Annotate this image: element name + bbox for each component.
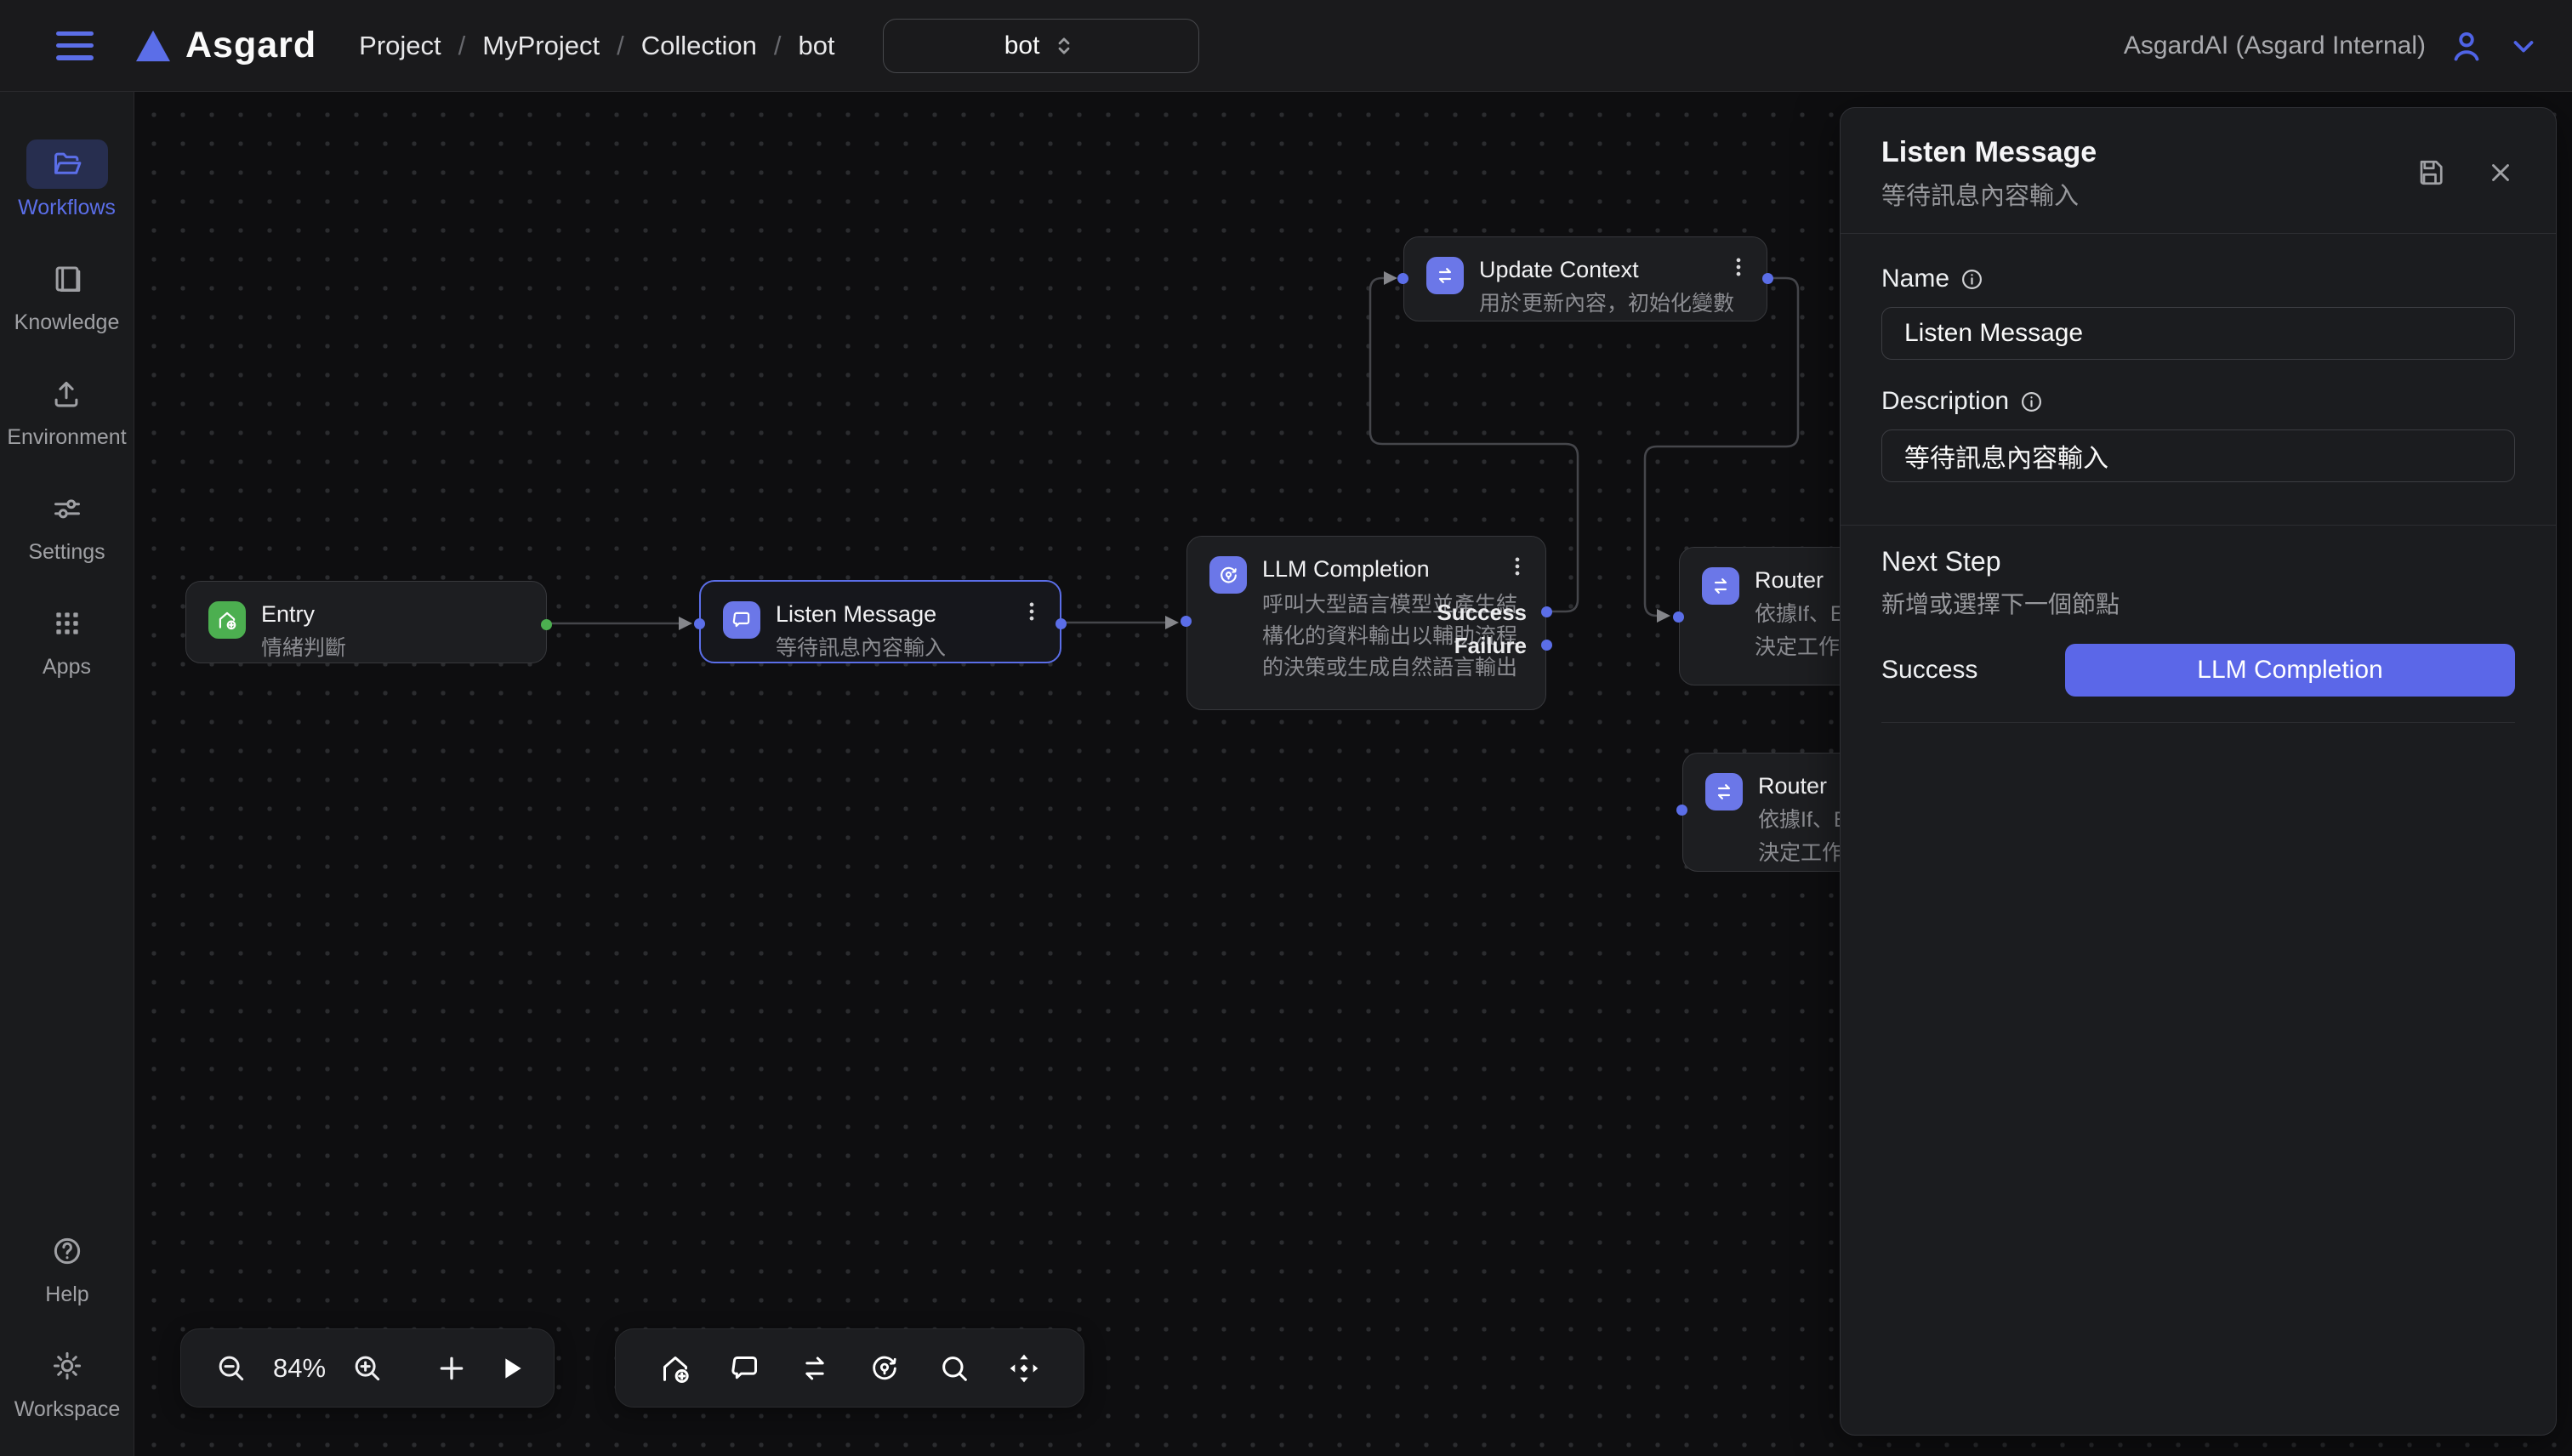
menu-icon[interactable]	[56, 31, 94, 60]
close-icon[interactable]	[2486, 158, 2515, 187]
folder-icon	[51, 148, 83, 180]
house-plus-icon	[216, 609, 238, 631]
success-target-button[interactable]: LLM Completion	[2065, 644, 2515, 697]
zoom-in-button[interactable]	[351, 1352, 384, 1385]
port-router1-in[interactable]	[1673, 611, 1684, 623]
gear-icon	[51, 1350, 83, 1382]
info-icon[interactable]	[2019, 390, 2044, 414]
info-icon[interactable]	[1960, 267, 1984, 292]
account-chevron-down-icon[interactable]	[2507, 30, 2540, 62]
node-listen-message[interactable]: Listen Message 等待訊息內容輸入	[699, 580, 1061, 663]
port-router2-in[interactable]	[1676, 805, 1687, 816]
next-step-title: Next Step	[1881, 546, 2515, 577]
add-llm-node-icon[interactable]	[868, 1351, 902, 1385]
next-step-subtitle: 新增或選擇下一個節點	[1881, 586, 2515, 620]
apps-grid-icon	[51, 607, 83, 640]
panel-divider	[1881, 722, 2515, 723]
port-llm-failure[interactable]	[1541, 640, 1552, 651]
node-subtitle: 情緒判斷	[261, 634, 346, 662]
breadcrumb-collection[interactable]: Collection	[641, 31, 757, 61]
breadcrumb: Project / MyProject / Collection / bot	[359, 31, 834, 61]
node-llm-completion[interactable]: LLM Completion 呼叫大型語言模型並產生結構化的資料輸出以輔助流程的…	[1186, 536, 1546, 710]
port-update-context-out[interactable]	[1762, 273, 1773, 284]
workflow-select-value: bot	[1004, 31, 1040, 60]
description-label: Description	[1881, 387, 2009, 416]
sidebar-item-apps[interactable]: Apps	[26, 599, 108, 680]
node-title: Listen Message	[776, 600, 946, 628]
node-update-context[interactable]: Update Context 用於更新內容，初始化變數	[1403, 236, 1767, 321]
sidebar-item-workspace[interactable]: Workspace	[14, 1341, 121, 1422]
swap-arrows-icon	[1713, 781, 1735, 803]
workflow-select[interactable]: bot	[883, 19, 1199, 73]
save-icon[interactable]	[2416, 157, 2447, 188]
node-subtitle: 等待訊息內容輸入	[776, 634, 946, 662]
swap-arrows-icon	[1434, 264, 1456, 287]
sidebar-item-label: Settings	[28, 540, 105, 565]
sidebar-item-help[interactable]: Help	[26, 1226, 108, 1307]
node-menu-icon[interactable]	[1019, 597, 1044, 626]
port-update-context-in[interactable]	[1397, 273, 1408, 284]
sidebar-item-label: Knowledge	[14, 310, 120, 335]
description-input[interactable]	[1881, 429, 2515, 482]
chat-bubble-icon	[731, 609, 753, 631]
add-button[interactable]	[435, 1351, 469, 1385]
node-title: Update Context	[1479, 255, 1734, 284]
zoom-out-button[interactable]	[215, 1352, 248, 1385]
sidebar-item-label: Workspace	[14, 1397, 121, 1422]
user-icon[interactable]	[2448, 27, 2485, 65]
breadcrumb-myproject[interactable]: MyProject	[482, 31, 600, 61]
sidebar: Workflows Knowledge Environment Settings…	[0, 92, 134, 1456]
top-bar: Asgard Project / MyProject / Collection …	[0, 0, 2572, 92]
node-subtitle: 用於更新內容，初始化變數	[1479, 290, 1734, 317]
node-entry[interactable]: Entry 情緒判斷	[185, 581, 547, 663]
llm-cycle-icon	[1217, 564, 1240, 587]
sidebar-item-environment[interactable]: Environment	[7, 369, 126, 450]
asgard-logo-icon	[134, 29, 172, 63]
port-llm-success[interactable]	[1541, 606, 1552, 617]
swap-arrows-icon	[1710, 575, 1732, 597]
node-title: LLM Completion	[1262, 555, 1528, 583]
breadcrumb-project[interactable]: Project	[359, 31, 441, 61]
node-title: Entry	[261, 600, 346, 628]
node-menu-icon[interactable]	[1505, 552, 1530, 581]
output-label-success: Success	[1437, 600, 1527, 626]
zoom-toolbar: 84%	[180, 1328, 555, 1408]
add-router-node-icon[interactable]	[798, 1351, 832, 1385]
select-updown-icon	[1051, 33, 1077, 59]
sidebar-item-label: Workflows	[18, 196, 116, 220]
run-workflow-button[interactable]	[494, 1351, 528, 1385]
search-nodes-icon[interactable]	[937, 1351, 971, 1385]
port-listen-out[interactable]	[1056, 618, 1067, 629]
sidebar-item-workflows[interactable]: Workflows	[18, 139, 116, 220]
output-label-failure: Failure	[1454, 633, 1527, 659]
help-circle-icon	[51, 1235, 83, 1267]
sidebar-item-label: Apps	[43, 655, 91, 680]
sidebar-item-label: Environment	[7, 425, 126, 450]
sidebar-item-knowledge[interactable]: Knowledge	[14, 254, 120, 335]
fit-view-icon[interactable]	[1007, 1351, 1041, 1385]
node-menu-icon[interactable]	[1726, 253, 1751, 282]
book-icon	[51, 263, 83, 295]
node-palette-toolbar	[615, 1328, 1084, 1408]
port-llm-in[interactable]	[1181, 616, 1192, 627]
name-input[interactable]	[1881, 307, 2515, 360]
add-message-node-icon[interactable]	[728, 1351, 762, 1385]
sliders-icon	[51, 492, 83, 525]
brand-name: Asgard	[185, 25, 316, 66]
node-inspector-panel: Listen Message 等待訊息內容輸入 Name Description…	[1840, 107, 2557, 1436]
upload-icon	[50, 378, 83, 410]
panel-divider	[1841, 525, 2556, 526]
add-entry-node-icon[interactable]	[658, 1351, 692, 1385]
account-label: AsgardAI (Asgard Internal)	[2124, 31, 2426, 60]
sidebar-item-settings[interactable]: Settings	[26, 484, 108, 565]
port-listen-in[interactable]	[694, 618, 705, 629]
success-output-label: Success	[1881, 656, 2065, 685]
zoom-level: 84%	[273, 1353, 326, 1384]
name-label: Name	[1881, 264, 1949, 293]
breadcrumb-bot[interactable]: bot	[798, 31, 834, 61]
sidebar-item-label: Help	[45, 1283, 88, 1307]
port-entry-out[interactable]	[541, 619, 552, 630]
